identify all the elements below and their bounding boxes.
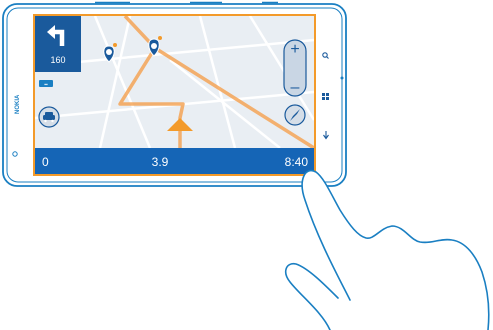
turn-instruction-panel: 160 <box>35 16 81 72</box>
svg-text:▪▪: ▪▪ <box>44 82 48 88</box>
zoom-in-button[interactable]: + <box>290 41 299 58</box>
brand-logo: NOKIA <box>15 94 21 114</box>
traffic-button[interactable] <box>38 106 60 128</box>
elapsed-distance: 0 <box>42 155 49 169</box>
compass-button[interactable] <box>284 104 306 126</box>
zoom-out-button[interactable]: – <box>291 79 300 96</box>
turn-distance: 160 <box>50 55 65 65</box>
illustration: NOKIA 160 ▪▪ + – 0 3.9 8:40 <box>2 1 490 330</box>
speed-indicator-icon: ▪▪ <box>39 80 53 88</box>
status-bar: 0 3.9 8:40 <box>35 148 314 174</box>
finger-swipe-gesture-icon <box>284 169 490 330</box>
current-speed: 3.9 <box>152 155 169 169</box>
svg-text:+: + <box>290 41 299 58</box>
svg-text:–: – <box>291 79 300 96</box>
arrival-time: 8:40 <box>285 155 309 169</box>
